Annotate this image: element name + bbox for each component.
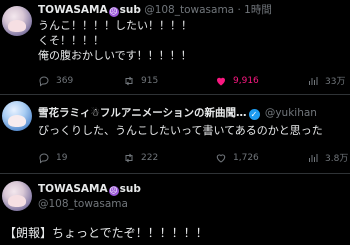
display-name-suffix: sub [119, 183, 141, 195]
heart-icon [216, 153, 226, 163]
divider [0, 173, 350, 174]
divider [0, 94, 350, 95]
devil-badge-icon: ☹ [108, 7, 119, 17]
avatar[interactable] [2, 6, 32, 36]
reply-button[interactable]: 369 [38, 75, 123, 87]
tweet-actions: 369 915 9,916 33万 [38, 74, 345, 87]
display-name-suffix: sub [119, 4, 141, 16]
views-button[interactable]: 33万 [307, 74, 345, 87]
tweet-text-line: びっくりした、うんこしたいって書いてあるのかと思った [38, 124, 323, 137]
reply-count: 19 [56, 152, 68, 163]
views-chart-icon [309, 76, 318, 85]
views-chart-icon [309, 153, 318, 162]
verified-badge-icon: ✓ [248, 109, 260, 120]
display-name[interactable]: TOWASAMA [38, 4, 108, 16]
reply-icon [39, 75, 49, 86]
like-button[interactable]: 1,726 [215, 152, 307, 164]
tweet-text-line: 【朗報】ちょっとでたぞ！！！！！！ [4, 226, 208, 240]
like-count: 1,726 [233, 152, 259, 163]
user-handle[interactable]: @108_towasama [144, 4, 234, 16]
tweet-actions: 19 222 1,726 3.8万 [38, 151, 348, 164]
tweet-text-line: 俺の腹おかしいです！！！！！ [38, 49, 192, 62]
timestamp[interactable]: 1時間 [244, 4, 272, 16]
tweet-text-line: くそ！！！！ [38, 34, 104, 47]
display-name[interactable]: TOWASAMA [38, 183, 108, 195]
retweet-button[interactable]: 222 [123, 152, 215, 164]
view-count: 33万 [325, 77, 346, 87]
like-count: 9,916 [233, 75, 259, 86]
separator: · [237, 4, 241, 16]
tweet-text-line: うんこ！！！！したい！！！！ [38, 19, 192, 32]
tweet-header: TOWASAMA ☹ sub @108_towasama · 1時間 [38, 4, 272, 17]
display-name[interactable]: 雪花ラミィ☃フルアニメーションの新曲聞… [38, 107, 247, 119]
retweet-button[interactable]: 915 [123, 75, 215, 87]
user-handle[interactable]: @yukihan [265, 107, 317, 119]
retweet-icon [125, 153, 133, 162]
avatar[interactable] [2, 101, 32, 131]
heart-filled-icon [217, 77, 225, 85]
view-count: 3.8万 [325, 154, 349, 164]
devil-badge-icon: ☹ [108, 186, 119, 196]
retweet-icon [125, 76, 133, 85]
tweet-header: 雪花ラミィ☃フルアニメーションの新曲聞… ✓ @yukihan [38, 107, 350, 120]
reply-button[interactable]: 19 [38, 152, 123, 164]
like-button[interactable]: 9,916 [215, 75, 307, 87]
avatar[interactable] [2, 181, 32, 211]
display-name-row: TOWASAMA ☹ sub [38, 183, 141, 196]
handle-row: @108_towasama [38, 198, 128, 211]
user-handle[interactable]: @108_towasama [38, 198, 128, 210]
reply-icon [39, 152, 49, 163]
retweet-count: 915 [141, 75, 159, 86]
views-button[interactable]: 3.8万 [307, 151, 348, 164]
reply-count: 369 [56, 75, 74, 86]
retweet-count: 222 [141, 152, 159, 163]
